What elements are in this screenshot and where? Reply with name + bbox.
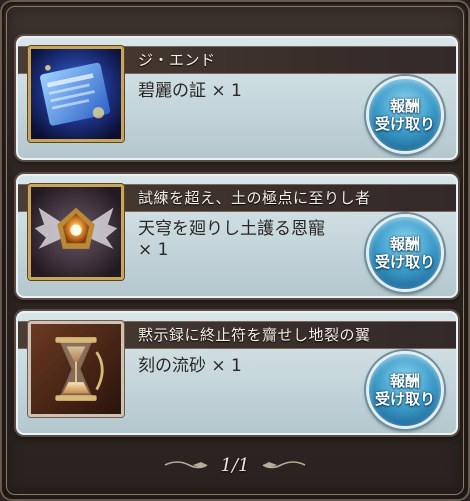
claim-label-1: 報酬 [389, 372, 420, 390]
reward-title: 黙示録に終止符を齎せし地裂の翼 [138, 326, 371, 344]
claim-label-2: 受け取り [374, 115, 435, 133]
rewards-panel: ジ・エンド 碧麗の証 × 1 報酬 受け取り 試練を超え、土の極点に至りし者 天… [0, 0, 470, 501]
reward-card: 黙示録に終止符を齎せし地裂の翼 刻の流砂 × 1 報酬 受け取り [16, 311, 458, 435]
right-ornament-icon [263, 461, 306, 469]
reward-card: ジ・エンド 碧麗の証 × 1 報酬 受け取り [16, 36, 458, 160]
pagination: 1/1 [2, 450, 468, 480]
reward-item: 刻の流砂 × 1 [138, 356, 358, 377]
reward-item: 天穹を廻りし土護る恩寵 × 1 [138, 219, 358, 261]
page-indicator: 1/1 [220, 454, 250, 476]
claim-label-2: 受け取り [374, 253, 435, 271]
item-name: 刻の流砂 [138, 356, 206, 376]
hourglass-icon [28, 321, 124, 417]
claim-reward-button[interactable]: 報酬 受け取り [366, 214, 444, 292]
claim-label-1: 報酬 [389, 235, 420, 253]
item-name: 碧麗の証 [138, 81, 206, 101]
claim-label-2: 受け取り [374, 390, 435, 408]
claim-label-1: 報酬 [389, 97, 420, 115]
item-quantity: × 1 [211, 356, 242, 376]
claim-reward-button[interactable]: 報酬 受け取り [366, 76, 444, 154]
reward-title: ジ・エンド [138, 51, 216, 69]
item-quantity: × 1 [211, 81, 242, 101]
reward-item: 碧麗の証 × 1 [138, 81, 358, 102]
claim-reward-button[interactable]: 報酬 受け取り [366, 351, 444, 429]
winged-gem-icon [28, 184, 124, 280]
blue-scroll-icon [28, 46, 124, 142]
reward-title: 試練を超え、土の極点に至りし者 [138, 189, 371, 207]
left-ornament-icon [164, 461, 207, 469]
reward-card: 試練を超え、土の極点に至りし者 天穹を廻りし土護る恩寵 × 1 報酬 受け取り [16, 174, 458, 298]
item-quantity: × 1 [138, 240, 169, 260]
item-name: 天穹を廻りし土護る恩寵 [138, 219, 325, 239]
